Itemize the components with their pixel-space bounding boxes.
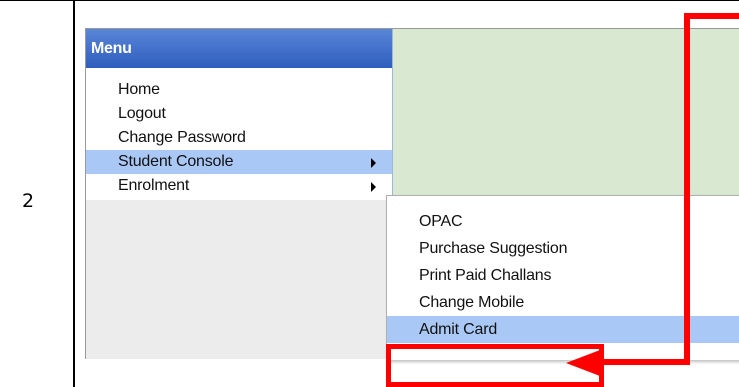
menu-item-label: Student Console: [118, 153, 234, 170]
portal-screenshot: Menu Home Logout Change Password Student…: [85, 28, 739, 360]
menu-item-change-password[interactable]: Change Password: [86, 126, 392, 150]
table-column-divider: [73, 0, 75, 387]
menu-item-label: Logout: [118, 105, 166, 122]
submenu-item-label: Change Mobile: [419, 294, 525, 311]
submenu-item-label: Purchase Suggestion: [419, 240, 568, 257]
annotation-line-horizontal: [596, 359, 690, 365]
submenu-item-label: Admit Card: [419, 321, 498, 338]
menu-item-home[interactable]: Home: [86, 78, 392, 102]
menu-item-label: Enrolment: [118, 177, 190, 194]
chevron-right-icon: [371, 158, 376, 168]
menu-list: Home Logout Change Password Student Cons…: [86, 78, 392, 198]
menu-item-logout[interactable]: Logout: [86, 102, 392, 126]
annotation-line-top: [684, 13, 739, 19]
main-menu: Menu Home Logout Change Password Student…: [86, 29, 393, 200]
annotation-line-vertical: [684, 13, 690, 365]
chevron-right-icon: [371, 182, 376, 192]
submenu-item-label: Print Paid Challans: [419, 267, 552, 284]
menu-item-label: Home: [118, 81, 160, 98]
table-top-border: [0, 0, 739, 1]
arrow-left-icon: [566, 350, 600, 376]
menu-item-enrolment[interactable]: Enrolment: [86, 174, 392, 198]
menu-item-label: Change Password: [118, 129, 246, 146]
step-number: 2: [21, 190, 35, 212]
menu-header: Menu: [86, 29, 392, 68]
submenu-item-label: OPAC: [419, 213, 463, 230]
menu-item-student-console[interactable]: Student Console: [86, 150, 392, 174]
